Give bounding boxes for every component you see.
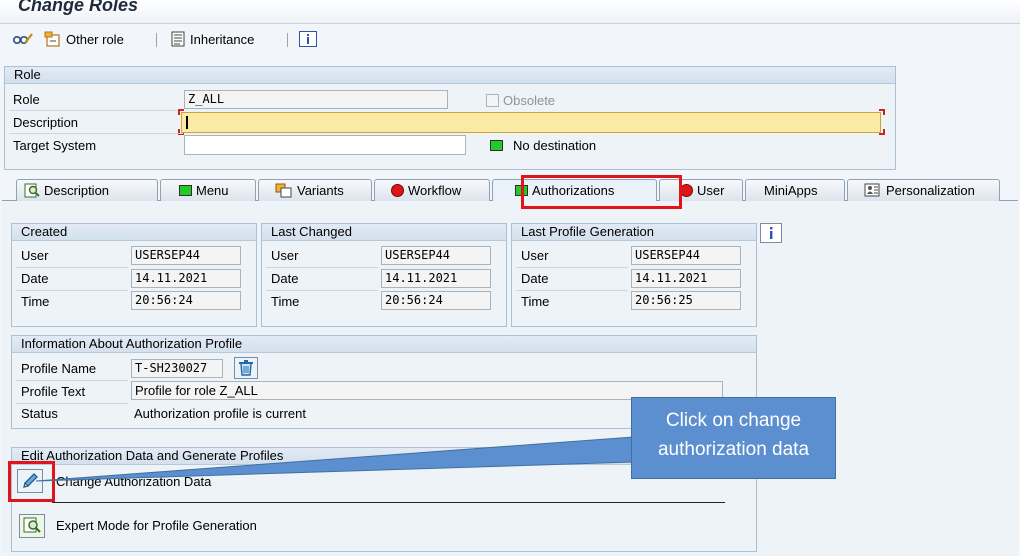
callout-line-2: authorization data <box>657 439 810 460</box>
instruction-callout: Click on change authorization data <box>631 397 836 479</box>
callout-line-1: Click on change <box>665 410 802 431</box>
callout-arrow <box>35 436 634 482</box>
